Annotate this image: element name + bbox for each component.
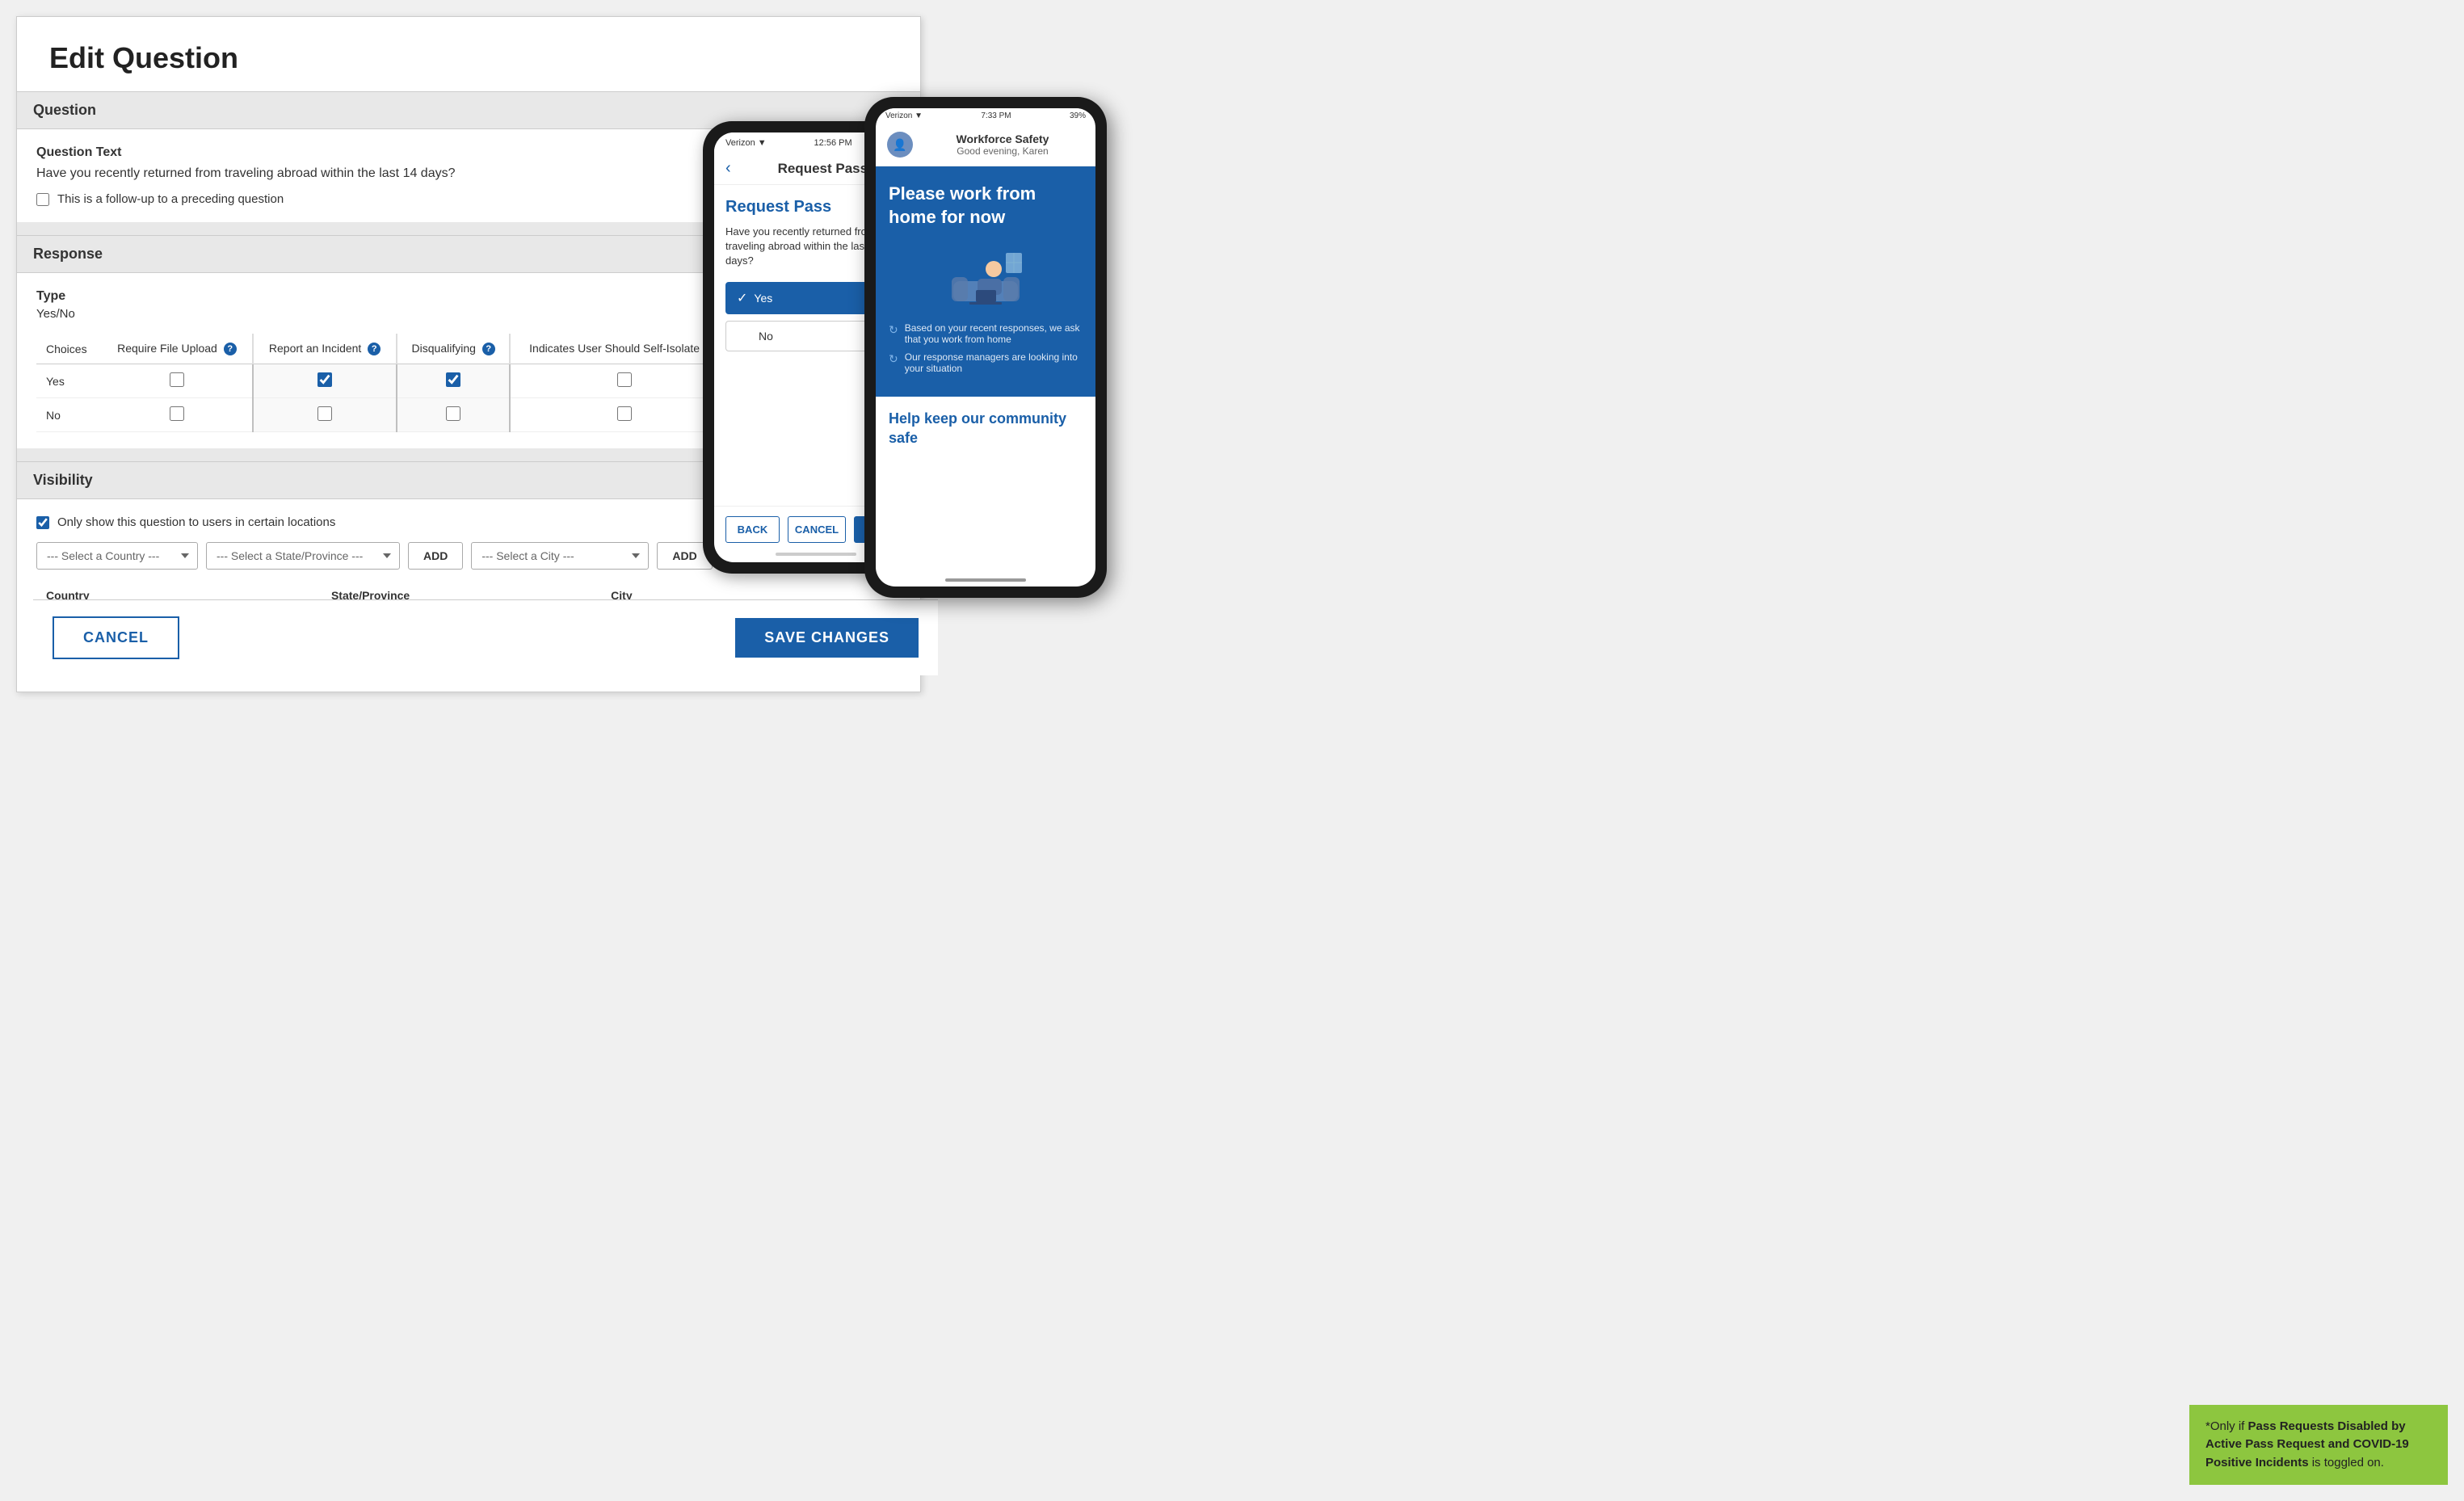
phone-2-home-indicator xyxy=(945,578,1026,582)
page-title: Edit Question xyxy=(17,17,920,91)
bullet-icon-1: ↻ xyxy=(889,323,898,337)
col-choices: Choices xyxy=(36,334,102,364)
card-community-safe: Help keep our community safe xyxy=(876,397,1095,460)
bullet-icon-2: ↻ xyxy=(889,352,898,366)
phone-2-time: 7:33 PM xyxy=(981,111,1011,120)
phone-2-greeting: Good evening, Karen xyxy=(921,145,1084,157)
phone-2-header: 👤 Workforce Safety Good evening, Karen xyxy=(876,124,1095,166)
phone-2-carrier: Verizon ▼ xyxy=(885,111,923,120)
no-report-incident-cell xyxy=(253,398,397,432)
radio-dot-icon xyxy=(738,330,751,343)
yes-require-file-cell xyxy=(102,364,253,398)
phone-1-carrier: Verizon ▼ xyxy=(725,138,767,148)
help-icon-file[interactable]: ? xyxy=(224,343,237,355)
choice-yes: Yes xyxy=(36,364,102,398)
col-disqualifying: Disqualifying ? xyxy=(397,334,510,364)
phone-2-header-info: Workforce Safety Good evening, Karen xyxy=(921,132,1084,157)
yes-isolate-checkbox[interactable] xyxy=(617,372,632,387)
yes-report-incident-cell xyxy=(253,364,397,398)
note-box: *Only if Pass Requests Disabled by Activ… xyxy=(2189,1405,2448,1486)
state-select[interactable]: --- Select a State/Province --- xyxy=(206,542,400,570)
no-require-file-cell xyxy=(102,398,253,432)
card-work-from-home: Please work from home for now xyxy=(876,166,1095,397)
location-checkbox[interactable] xyxy=(36,516,49,529)
phone-1-no-label: No xyxy=(759,330,773,343)
col-require-file: Require File Upload ? xyxy=(102,334,253,364)
cancel-button[interactable]: CANCEL xyxy=(53,616,179,659)
yes-disqualifying-checkbox[interactable] xyxy=(446,372,460,387)
phone-2-battery: 39% xyxy=(1070,111,1086,120)
avatar: 👤 xyxy=(887,132,913,158)
bullet-1: ↻ Based on your recent responses, we ask… xyxy=(889,322,1083,345)
save-button[interactable]: SAVE CHANGES xyxy=(735,618,919,658)
work-from-home-illustration xyxy=(945,245,1026,309)
phone-back-button[interactable]: BACK xyxy=(725,516,780,543)
footer-bar: CANCEL SAVE CHANGES xyxy=(33,599,938,675)
phone-1-yes-label: Yes xyxy=(754,292,772,305)
phone-1-home-indicator xyxy=(776,553,856,556)
yes-require-file-checkbox[interactable] xyxy=(170,372,184,387)
followup-label: This is a follow-up to a preceding quest… xyxy=(57,192,284,206)
card-white-title: Help keep our community safe xyxy=(889,410,1083,448)
no-disqualifying-checkbox[interactable] xyxy=(446,406,460,421)
no-isolate-checkbox[interactable] xyxy=(617,406,632,421)
phone-2: Verizon ▼ 7:33 PM 39% 👤 Workforce Safety… xyxy=(864,97,1107,598)
help-icon-disqualifying[interactable]: ? xyxy=(482,343,495,355)
country-select[interactable]: --- Select a Country --- xyxy=(36,542,198,570)
city-select[interactable]: --- Select a City --- xyxy=(471,542,649,570)
no-require-file-checkbox[interactable] xyxy=(170,406,184,421)
yes-report-incident-checkbox[interactable] xyxy=(317,372,332,387)
phone-cancel-button[interactable]: CANCEL xyxy=(788,516,846,543)
add-state-button[interactable]: ADD xyxy=(408,542,463,570)
no-disqualifying-cell xyxy=(397,398,510,432)
col-report-incident: Report an Incident ? xyxy=(253,334,397,364)
help-icon-incident[interactable]: ? xyxy=(368,343,381,355)
phone-2-status-bar: Verizon ▼ 7:33 PM 39% xyxy=(876,108,1095,124)
phone-1-time: 12:56 PM xyxy=(814,138,852,148)
illustration-area xyxy=(889,245,1083,309)
location-label: Only show this question to users in cert… xyxy=(57,515,335,529)
note-text: *Only if Pass Requests Disabled by Activ… xyxy=(2205,1419,2409,1469)
choice-no: No xyxy=(36,398,102,432)
bullet-2: ↻ Our response managers are looking into… xyxy=(889,351,1083,374)
phone-2-app-name: Workforce Safety xyxy=(921,132,1084,145)
checkmark-icon: ✓ xyxy=(737,290,747,306)
phone-2-screen: Verizon ▼ 7:33 PM 39% 👤 Workforce Safety… xyxy=(876,108,1095,587)
back-arrow-icon[interactable]: ‹ xyxy=(725,159,731,178)
no-report-incident-checkbox[interactable] xyxy=(317,406,332,421)
followup-checkbox[interactable] xyxy=(36,193,49,206)
yes-disqualifying-cell xyxy=(397,364,510,398)
phone-2-content: Please work from home for now xyxy=(876,166,1095,574)
card-blue-title: Please work from home for now xyxy=(889,183,1083,229)
